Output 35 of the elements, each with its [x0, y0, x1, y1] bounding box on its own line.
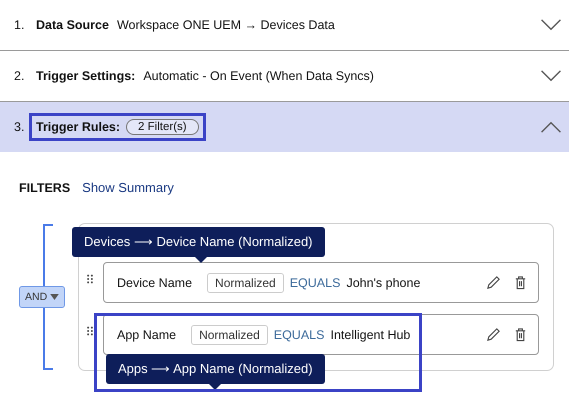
- show-summary-link[interactable]: Show Summary: [82, 180, 174, 195]
- step-value: Automatic - On Event (When Data Syncs): [143, 69, 374, 83]
- tooltip: Apps ⟶ App Name (Normalized): [106, 354, 325, 384]
- tooltip: Devices ⟶ Device Name (Normalized): [72, 227, 324, 257]
- step-value: Workspace ONE UEM → Devices Data: [116, 18, 335, 32]
- step-header[interactable]: 3. Trigger Rules: 2 Filter(s): [0, 102, 569, 152]
- step-title: Data Source: [36, 18, 109, 32]
- normalized-tag: Normalized: [207, 272, 284, 292]
- step-number: 3.: [14, 120, 26, 134]
- rule-value: John's phone: [346, 276, 420, 290]
- step-number: 2.: [14, 69, 26, 83]
- step-number: 1.: [14, 18, 26, 32]
- step-title: Trigger Settings:: [36, 69, 136, 83]
- operator-dropdown[interactable]: AND: [19, 286, 66, 308]
- edit-icon[interactable]: [486, 327, 501, 342]
- drag-handle-icon[interactable]: [87, 326, 93, 336]
- tooltip-pointer-icon: [195, 257, 207, 263]
- drag-handle-icon[interactable]: [87, 274, 93, 284]
- caret-icon: [50, 294, 60, 300]
- normalized-tag: Normalized: [191, 324, 268, 344]
- filter-count: 2 Filter(s): [126, 119, 199, 135]
- rule-operator: EQUALS: [290, 276, 340, 290]
- chevron-icon[interactable]: [540, 70, 562, 82]
- chevron-icon[interactable]: [540, 19, 562, 31]
- rule-field: App Name: [117, 328, 176, 342]
- chevron-icon[interactable]: [540, 121, 562, 133]
- rule-value: Intelligent Hub: [330, 328, 410, 342]
- rule-field: Device Name: [117, 276, 192, 290]
- delete-icon[interactable]: [513, 275, 528, 290]
- delete-icon[interactable]: [513, 327, 528, 342]
- tooltip-pointer-icon: [209, 384, 221, 390]
- rule-operator: EQUALS: [274, 328, 324, 342]
- edit-icon[interactable]: [486, 275, 501, 290]
- filters-heading: FILTERS: [19, 181, 70, 195]
- step-title: Trigger Rules:: [36, 120, 120, 134]
